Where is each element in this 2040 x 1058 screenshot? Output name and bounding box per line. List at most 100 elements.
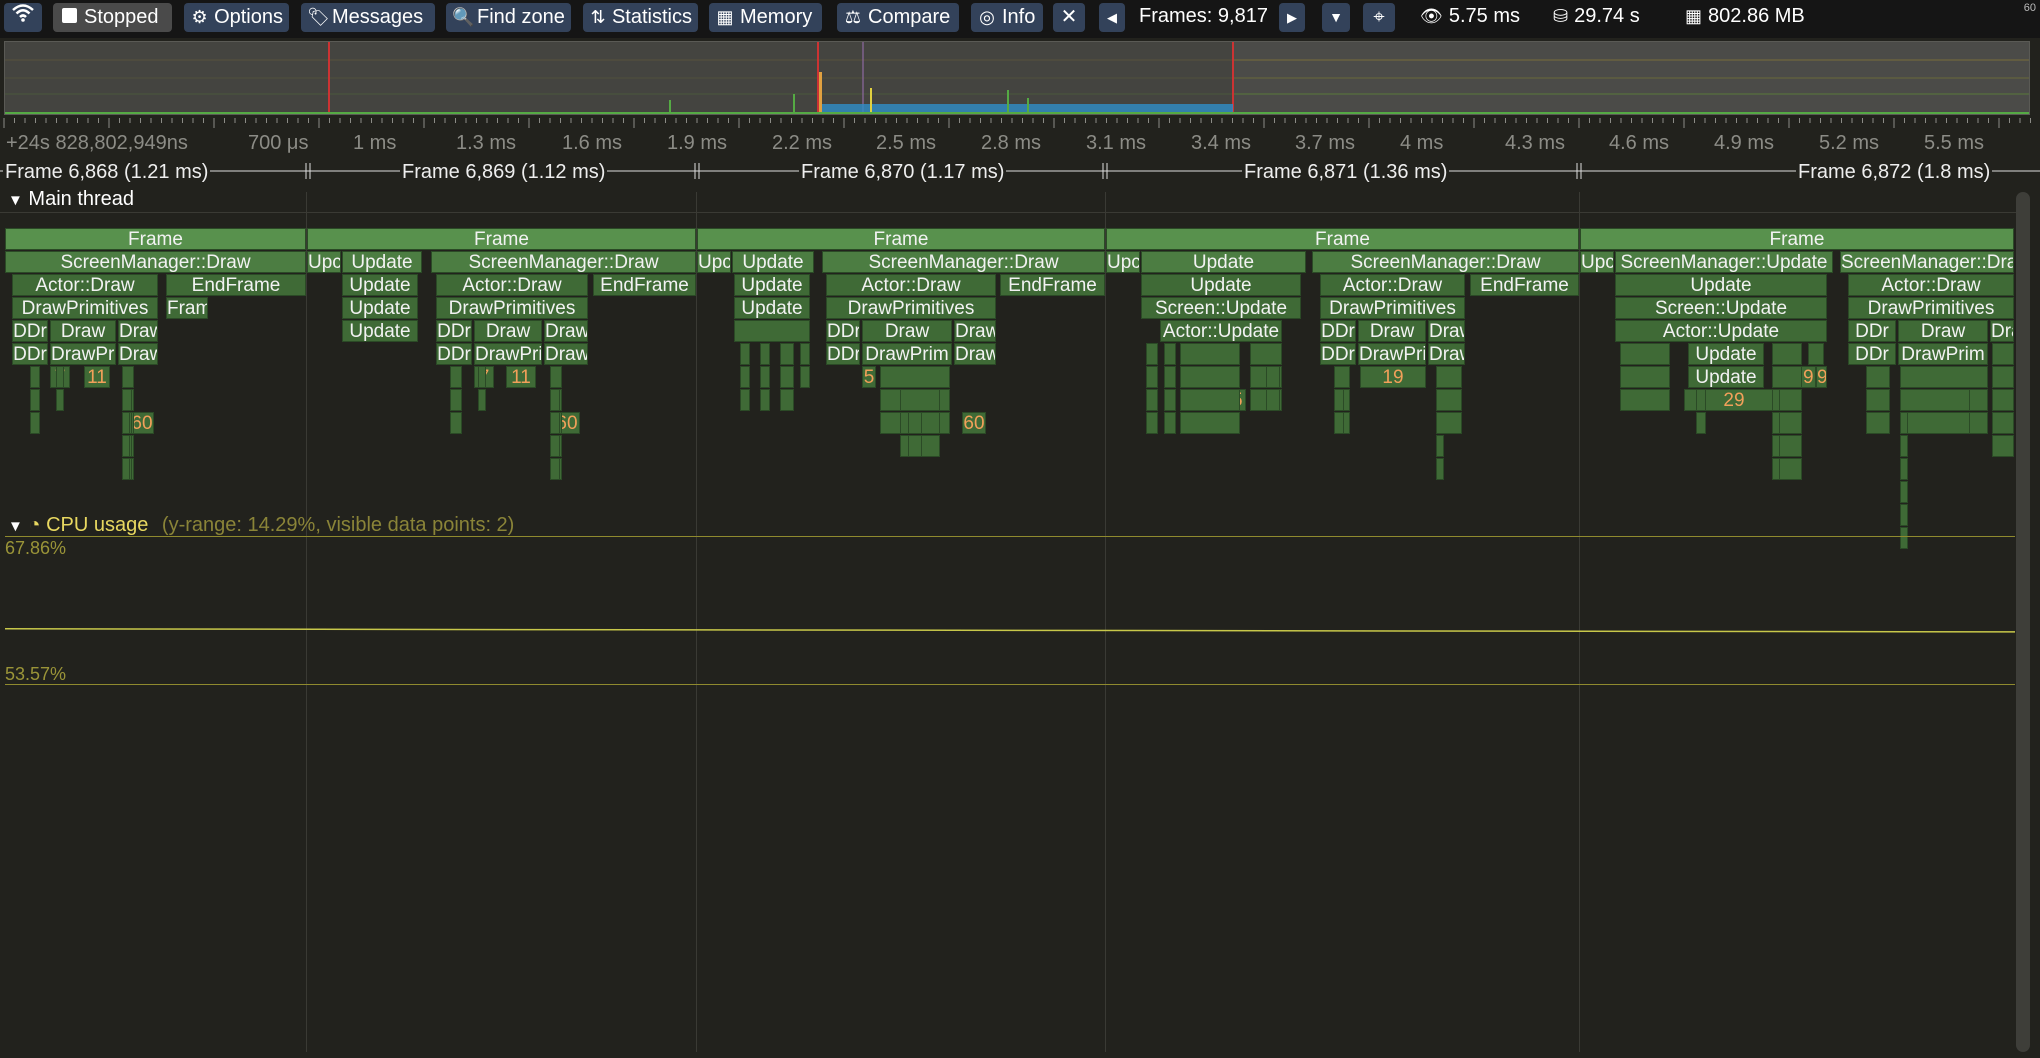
zone[interactable]: 19: [1360, 366, 1426, 388]
zone[interactable]: Update: [1141, 274, 1301, 296]
zone[interactable]: [1866, 389, 1890, 411]
zone[interactable]: Upc: [1580, 251, 1614, 273]
zone[interactable]: [450, 412, 462, 434]
zone[interactable]: Update: [342, 251, 422, 273]
zone[interactable]: DDr: [1320, 320, 1356, 342]
zone[interactable]: [1900, 366, 1988, 388]
zone[interactable]: Actor::Update: [1615, 320, 1827, 342]
zone[interactable]: DDr: [826, 343, 860, 365]
zone[interactable]: Draw: [474, 320, 542, 342]
find-zone-button[interactable]: 🔍 Find zone: [446, 3, 571, 32]
zone[interactable]: Draw: [118, 343, 158, 365]
zone[interactable]: [1334, 412, 1344, 434]
zone[interactable]: [1992, 389, 2014, 411]
zone[interactable]: Update: [342, 320, 418, 342]
zone[interactable]: [1900, 412, 1970, 434]
zone[interactable]: Draw: [954, 320, 996, 342]
zone[interactable]: [1772, 389, 1780, 411]
zone[interactable]: 11: [84, 366, 110, 388]
zone[interactable]: DDr: [12, 320, 48, 342]
zone[interactable]: Frame: [697, 228, 1105, 250]
zone[interactable]: [122, 412, 130, 434]
zone[interactable]: [1146, 412, 1158, 434]
zone[interactable]: Draw: [954, 343, 996, 365]
zone[interactable]: Draw: [1428, 343, 1465, 365]
zone[interactable]: EndFrame: [1000, 274, 1105, 296]
zone[interactable]: [1180, 343, 1240, 365]
zone[interactable]: [1772, 435, 1780, 457]
vertical-scrollbar[interactable]: [2016, 192, 2030, 1052]
zone[interactable]: [800, 366, 810, 388]
zone[interactable]: [900, 389, 940, 411]
zone[interactable]: [1146, 366, 1158, 388]
zone[interactable]: Update: [734, 274, 810, 296]
next-frame-button[interactable]: ▶: [1279, 3, 1305, 32]
zone[interactable]: [740, 343, 750, 365]
zone[interactable]: [478, 366, 486, 388]
zone[interactable]: [1164, 412, 1176, 434]
zone[interactable]: [1180, 389, 1240, 411]
zone[interactable]: Actor::Draw: [12, 274, 158, 296]
zone[interactable]: Draw: [544, 320, 588, 342]
zone[interactable]: [550, 458, 560, 480]
zone[interactable]: [122, 435, 130, 457]
zone[interactable]: DrawPrimitives: [12, 297, 158, 319]
frame-markers[interactable]: Frame 6,868 (1.21 ms) Frame 6,869 (1.12 …: [0, 158, 2040, 184]
zone[interactable]: DrawPrimitives: [1848, 297, 2014, 319]
zone[interactable]: [1436, 366, 1462, 388]
zone[interactable]: ScreenManager::Draw: [5, 251, 306, 273]
frame-overview-graph[interactable]: [4, 41, 2030, 115]
zone[interactable]: Fram: [166, 297, 208, 319]
frame-label[interactable]: Frame 6,872 (1.8 ms): [1796, 161, 1993, 184]
zone[interactable]: [122, 366, 134, 388]
main-thread-header[interactable]: ▼ Main thread: [8, 188, 134, 211]
zone[interactable]: [1164, 389, 1176, 411]
frame-label[interactable]: Frame 6,869 (1.12 ms): [400, 161, 608, 184]
frame-label[interactable]: Frame 6,870 (1.17 ms): [799, 161, 1007, 184]
frame-label[interactable]: Frame 6,871 (1.36 ms): [1242, 161, 1450, 184]
zone[interactable]: Update: [732, 251, 814, 273]
zone[interactable]: DDr: [1848, 320, 1896, 342]
zone[interactable]: [122, 389, 132, 411]
zone[interactable]: 60: [962, 412, 986, 434]
zone[interactable]: Draw: [862, 320, 952, 342]
frame-label[interactable]: Frame 6,868 (1.21 ms): [3, 161, 211, 184]
zone[interactable]: [1992, 435, 2014, 457]
zone[interactable]: [1772, 458, 1780, 480]
messages-button[interactable]: 🏷 Messages: [301, 3, 435, 32]
zone[interactable]: Update: [1688, 343, 1764, 365]
zone[interactable]: [800, 343, 810, 365]
zone[interactable]: Draw: [1358, 320, 1426, 342]
zone[interactable]: DDr: [436, 343, 472, 365]
zone[interactable]: Actor::Draw: [826, 274, 996, 296]
zone[interactable]: Update: [1688, 366, 1764, 388]
zone[interactable]: DrawPrim: [862, 343, 952, 365]
zone[interactable]: [550, 412, 560, 434]
zone[interactable]: DrawPrimitives: [826, 297, 996, 319]
zone[interactable]: [1436, 412, 1462, 434]
zone[interactable]: Draw: [1990, 320, 2014, 342]
zone[interactable]: [1164, 366, 1176, 388]
zone[interactable]: [1900, 458, 1908, 480]
zone[interactable]: EndFrame: [1470, 274, 1579, 296]
zone[interactable]: EndFrame: [166, 274, 306, 296]
zone[interactable]: [1334, 366, 1350, 388]
memory-button[interactable]: ▦ Memory: [709, 3, 822, 32]
zone[interactable]: [880, 366, 950, 388]
stopped-button[interactable]: Stopped: [53, 3, 172, 32]
zone[interactable]: Frame: [1580, 228, 2014, 250]
zone[interactable]: [780, 366, 794, 388]
zone[interactable]: [30, 412, 40, 434]
zone[interactable]: ScreenManager::Draw: [431, 251, 696, 273]
zone[interactable]: [734, 320, 810, 342]
zone[interactable]: [1808, 343, 1824, 365]
zone[interactable]: [740, 366, 750, 388]
zone[interactable]: [30, 366, 40, 388]
zone[interactable]: [1992, 343, 2014, 365]
zone[interactable]: Draw: [544, 343, 588, 365]
zone[interactable]: [450, 389, 462, 411]
zone[interactable]: [1620, 366, 1670, 388]
zone[interactable]: 5: [862, 366, 876, 388]
zone[interactable]: DrawPri: [50, 343, 116, 365]
previous-frame-button[interactable]: ◀: [1099, 3, 1125, 32]
